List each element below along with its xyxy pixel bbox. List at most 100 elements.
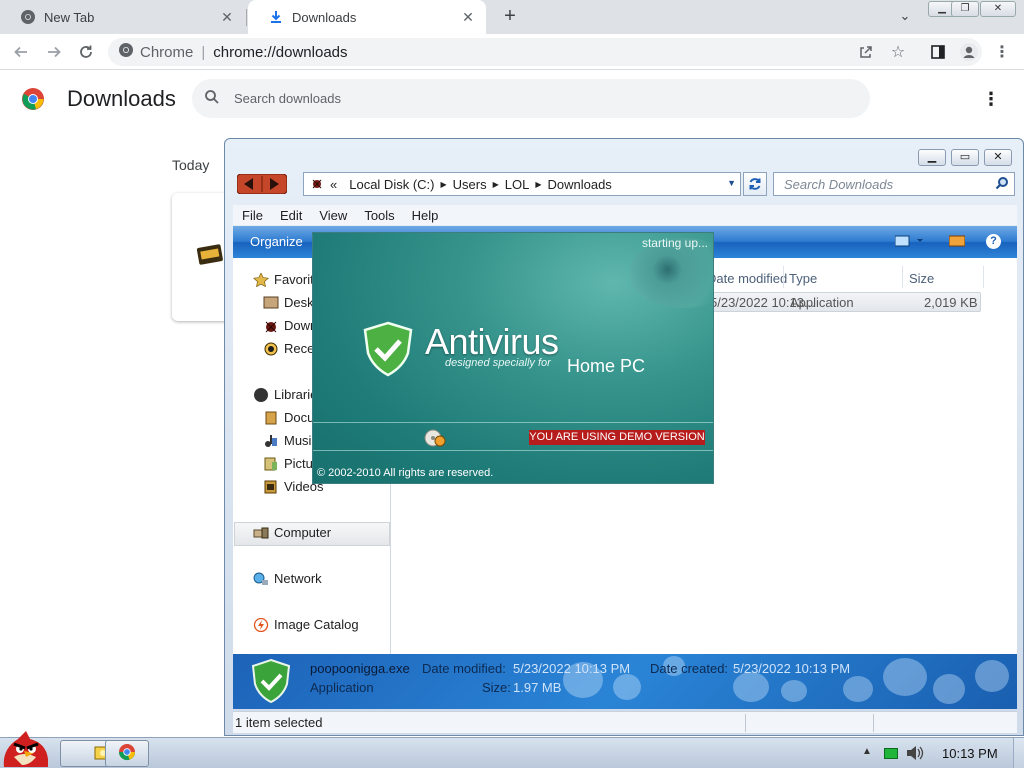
- status-bar: 1 item selected: [233, 711, 1017, 733]
- menu-help[interactable]: Help: [403, 208, 447, 223]
- view-options-icon[interactable]: [894, 234, 923, 248]
- organize-button[interactable]: Organize: [250, 234, 303, 249]
- back-forward-buttons[interactable]: [236, 173, 288, 195]
- breadcrumb-arrow-icon[interactable]: ▶: [535, 180, 541, 189]
- explorer-minimize-button[interactable]: ▁: [918, 149, 946, 166]
- details-modified-value: 5/23/2022 10:13 PM: [513, 661, 631, 676]
- menu-tools[interactable]: Tools: [355, 208, 402, 223]
- column-divider[interactable]: [983, 266, 984, 288]
- column-header-date-modified[interactable]: Date modified: [707, 271, 787, 286]
- recent-places-icon: [263, 342, 279, 356]
- shield-check-icon: [249, 658, 293, 704]
- share-icon[interactable]: [853, 39, 879, 65]
- breadcrumb-downloads[interactable]: Downloads: [547, 177, 611, 192]
- close-window-button[interactable]: ✕: [980, 1, 1016, 17]
- side-panel-icon[interactable]: [925, 39, 951, 65]
- status-text: 1 item selected: [235, 715, 323, 730]
- back-arrow-icon[interactable]: [8, 39, 34, 65]
- details-modified-label: Date modified:: [422, 661, 506, 676]
- profile-avatar-icon[interactable]: [956, 39, 982, 65]
- menu-file[interactable]: File: [233, 208, 271, 223]
- decorative-bubble: [733, 672, 769, 702]
- image-catalog-icon: [253, 617, 269, 632]
- decorative-bubble: [975, 660, 1009, 692]
- explorer-search-input[interactable]: Search Downloads: [773, 172, 1015, 196]
- decorative-bubble: [613, 674, 641, 700]
- help-icon[interactable]: ?: [986, 234, 1001, 249]
- nav-label: Image Catalog: [274, 617, 359, 632]
- divider: [313, 422, 713, 423]
- downloads-more-icon[interactable]: ⋮: [982, 88, 1000, 110]
- pictures-icon: [263, 457, 279, 471]
- reload-icon[interactable]: [73, 39, 99, 65]
- chevron-down-icon[interactable]: ▼: [727, 178, 736, 188]
- nav-music[interactable]: Music: [263, 433, 318, 448]
- file-size: 2,019 KB: [924, 295, 978, 310]
- close-icon[interactable]: ✕: [219, 9, 235, 25]
- details-created-value: 5/23/2022 10:13 PM: [733, 661, 851, 676]
- network-status-icon[interactable]: [884, 748, 898, 759]
- omnibox-site-label: Chrome: [140, 43, 194, 61]
- file-type: Application: [790, 295, 854, 310]
- explorer-address-bar[interactable]: « Local Disk (C:) ▶ Users ▶ LOL ▶ Downlo…: [303, 172, 741, 196]
- close-icon[interactable]: ✕: [460, 9, 476, 25]
- documents-icon: [263, 411, 279, 425]
- nav-computer[interactable]: Computer: [253, 525, 331, 540]
- omnibox-url: chrome://downloads: [213, 43, 348, 61]
- key-disc-icon: [423, 428, 447, 448]
- menu-edit[interactable]: Edit: [271, 208, 310, 223]
- tab-new-tab[interactable]: New Tab ✕: [0, 0, 245, 34]
- search-icon[interactable]: [995, 176, 1009, 193]
- nav-image-catalog[interactable]: Image Catalog: [253, 617, 359, 632]
- tray-expand-icon[interactable]: ▲: [862, 746, 872, 757]
- page-title: Downloads: [67, 86, 176, 111]
- divider: [313, 450, 713, 451]
- chrome-site-icon: [118, 42, 134, 62]
- volume-icon[interactable]: [905, 744, 925, 762]
- download-item-card[interactable]: [172, 193, 232, 321]
- download-icon: [268, 9, 284, 25]
- breadcrumb-lol[interactable]: LOL: [505, 177, 530, 192]
- forward-arrow-icon[interactable]: [41, 39, 67, 65]
- explorer-maximize-button[interactable]: ▭: [951, 149, 979, 166]
- downloads-search-input[interactable]: Search downloads: [192, 79, 870, 118]
- libraries-icon: [253, 387, 269, 402]
- omnibox[interactable]: Chrome | chrome://downloads: [108, 38, 982, 66]
- tab-strip: New Tab ✕ Downloads ✕ + ⌄ ▁ ❐ ✕: [0, 0, 1024, 34]
- chevron-down-icon[interactable]: ⌄: [896, 8, 914, 26]
- breadcrumb-local-disk[interactable]: Local Disk (C:): [349, 177, 434, 192]
- bookmark-star-icon[interactable]: ☆: [885, 39, 911, 65]
- preview-pane-icon[interactable]: [948, 234, 966, 248]
- column-divider[interactable]: [902, 266, 903, 288]
- column-divider[interactable]: [783, 266, 784, 288]
- search-placeholder: Search downloads: [234, 91, 341, 106]
- breadcrumb-arrow-icon[interactable]: ▶: [493, 180, 499, 189]
- explorer-close-button[interactable]: ✕: [984, 149, 1012, 166]
- taskbar-clock[interactable]: 10:13 PM: [942, 746, 998, 761]
- menu-view[interactable]: View: [310, 208, 355, 223]
- kebab-menu-icon[interactable]: ⋮: [989, 39, 1015, 65]
- details-size-value: 1.97 MB: [513, 680, 562, 695]
- nav-network[interactable]: Network: [253, 571, 322, 586]
- column-header-size[interactable]: Size: [909, 271, 934, 286]
- taskbar: ▲ 10:13 PM: [0, 731, 1024, 768]
- start-button-angry-bird-icon[interactable]: [0, 729, 52, 768]
- downloads-folder-icon: [263, 319, 279, 333]
- decorative-bubble: [883, 658, 927, 696]
- tab-downloads[interactable]: Downloads ✕: [248, 0, 486, 34]
- restore-button[interactable]: ❐: [951, 1, 979, 17]
- refresh-icon[interactable]: [743, 172, 767, 196]
- details-created-label: Date created:: [650, 661, 729, 676]
- breadcrumb-arrow-icon[interactable]: ▶: [440, 180, 446, 189]
- show-desktop-button[interactable]: [1013, 738, 1024, 768]
- folder-icon: [310, 176, 324, 193]
- column-header-type[interactable]: Type: [789, 271, 817, 286]
- new-tab-button[interactable]: +: [499, 6, 521, 28]
- taskbar-chrome-button[interactable]: [105, 740, 149, 767]
- shield-check-icon: [361, 321, 415, 377]
- decorative-bubble: [781, 680, 807, 702]
- search-icon: [204, 89, 220, 108]
- status-divider: [745, 714, 746, 732]
- date-group-label: Today: [172, 157, 210, 173]
- breadcrumb-users[interactable]: Users: [453, 177, 487, 192]
